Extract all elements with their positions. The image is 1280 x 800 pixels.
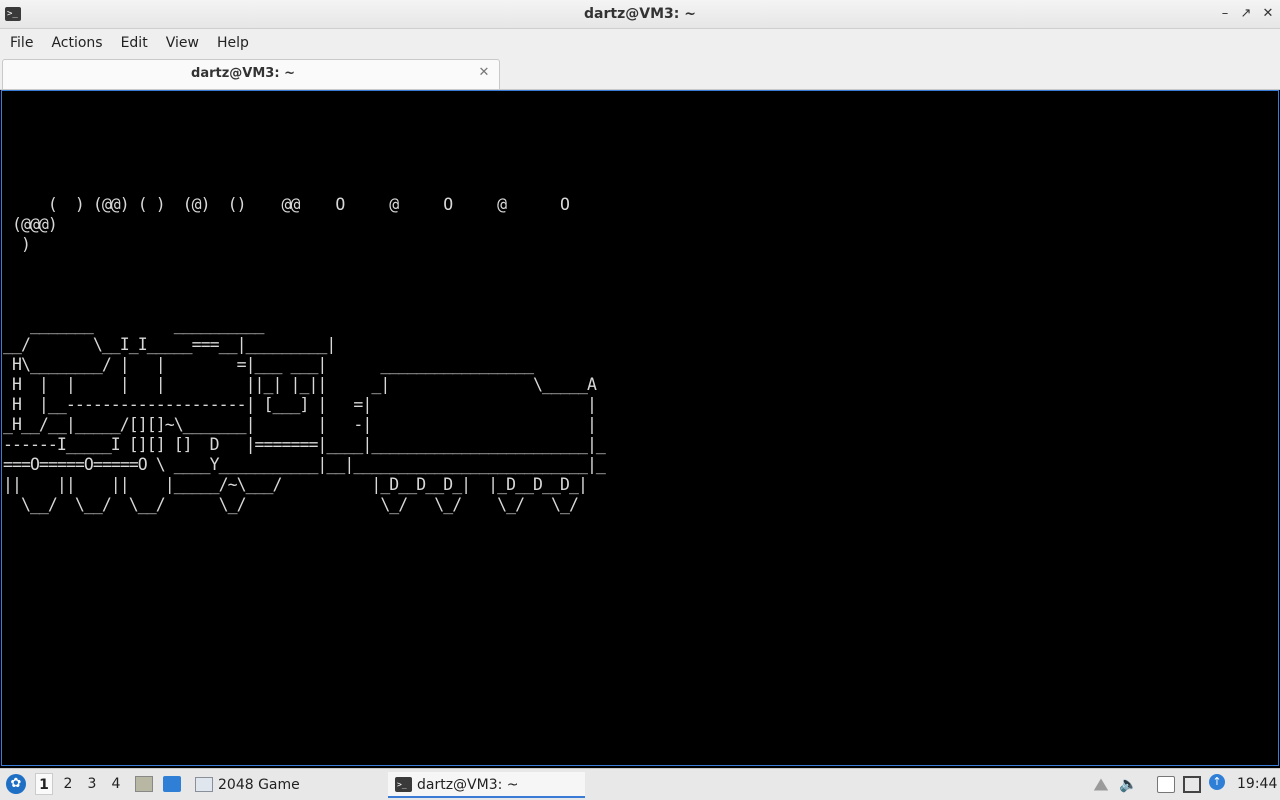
task-terminal[interactable]: >_ dartz@VM3: ~ [388,772,585,798]
taskbar: ✿ 1 2 3 4 2048 Game >_ dartz@VM3: ~ 🔈 ↑ … [0,768,1280,800]
desktop-4-button[interactable]: 4 [107,773,125,795]
volume-icon[interactable]: 🔈 [1119,776,1138,793]
tab-close-icon[interactable]: ✕ [477,66,491,80]
lxqt-start-icon[interactable]: ✿ [6,774,26,794]
task-label: 2048 Game [218,777,300,793]
tab-label: dartz@VM3: ~ [191,66,295,81]
tab-bar: dartz@VM3: ~ ✕ [0,57,1280,90]
task-2048-game[interactable]: 2048 Game [192,772,382,798]
menu-view[interactable]: View [157,29,208,57]
menu-bar: File Actions Edit View Help [0,29,1280,57]
menu-file[interactable]: File [0,29,42,57]
file-manager-icon[interactable] [135,776,153,792]
minimize-icon[interactable]: – [1218,6,1232,22]
clipboard-icon[interactable] [1157,776,1175,793]
window-titlebar: >_ dartz@VM3: ~ – ↗ ✕ [0,0,1280,29]
terminal-view[interactable]: ( ) (@@) ( ) (@) () @@ O @ O @ O (@@@) )… [1,90,1279,766]
menu-actions[interactable]: Actions [42,29,111,57]
maximize-icon[interactable]: ↗ [1239,6,1253,22]
terminal-icon: >_ [395,777,412,792]
terminal-output: ( ) (@@) ( ) (@) () @@ O @ O @ O (@@@) )… [3,195,606,514]
desktop-2-button[interactable]: 2 [59,773,77,795]
tray-expand-icon[interactable] [1093,778,1109,791]
network-icon[interactable] [1183,776,1201,793]
window-title: dartz@VM3: ~ [584,6,696,22]
task-label: dartz@VM3: ~ [417,777,519,793]
desktop-1-button[interactable]: 1 [35,773,53,795]
tab-terminal[interactable]: dartz@VM3: ~ ✕ [2,59,500,89]
menu-help[interactable]: Help [208,29,258,57]
update-icon[interactable]: ↑ [1209,774,1225,790]
show-desktop-icon[interactable] [163,776,181,792]
clock[interactable]: 19:44 [1237,769,1277,800]
window-icon [195,777,213,792]
menu-edit[interactable]: Edit [112,29,157,57]
desktop-3-button[interactable]: 3 [83,773,101,795]
close-icon[interactable]: ✕ [1261,6,1275,22]
